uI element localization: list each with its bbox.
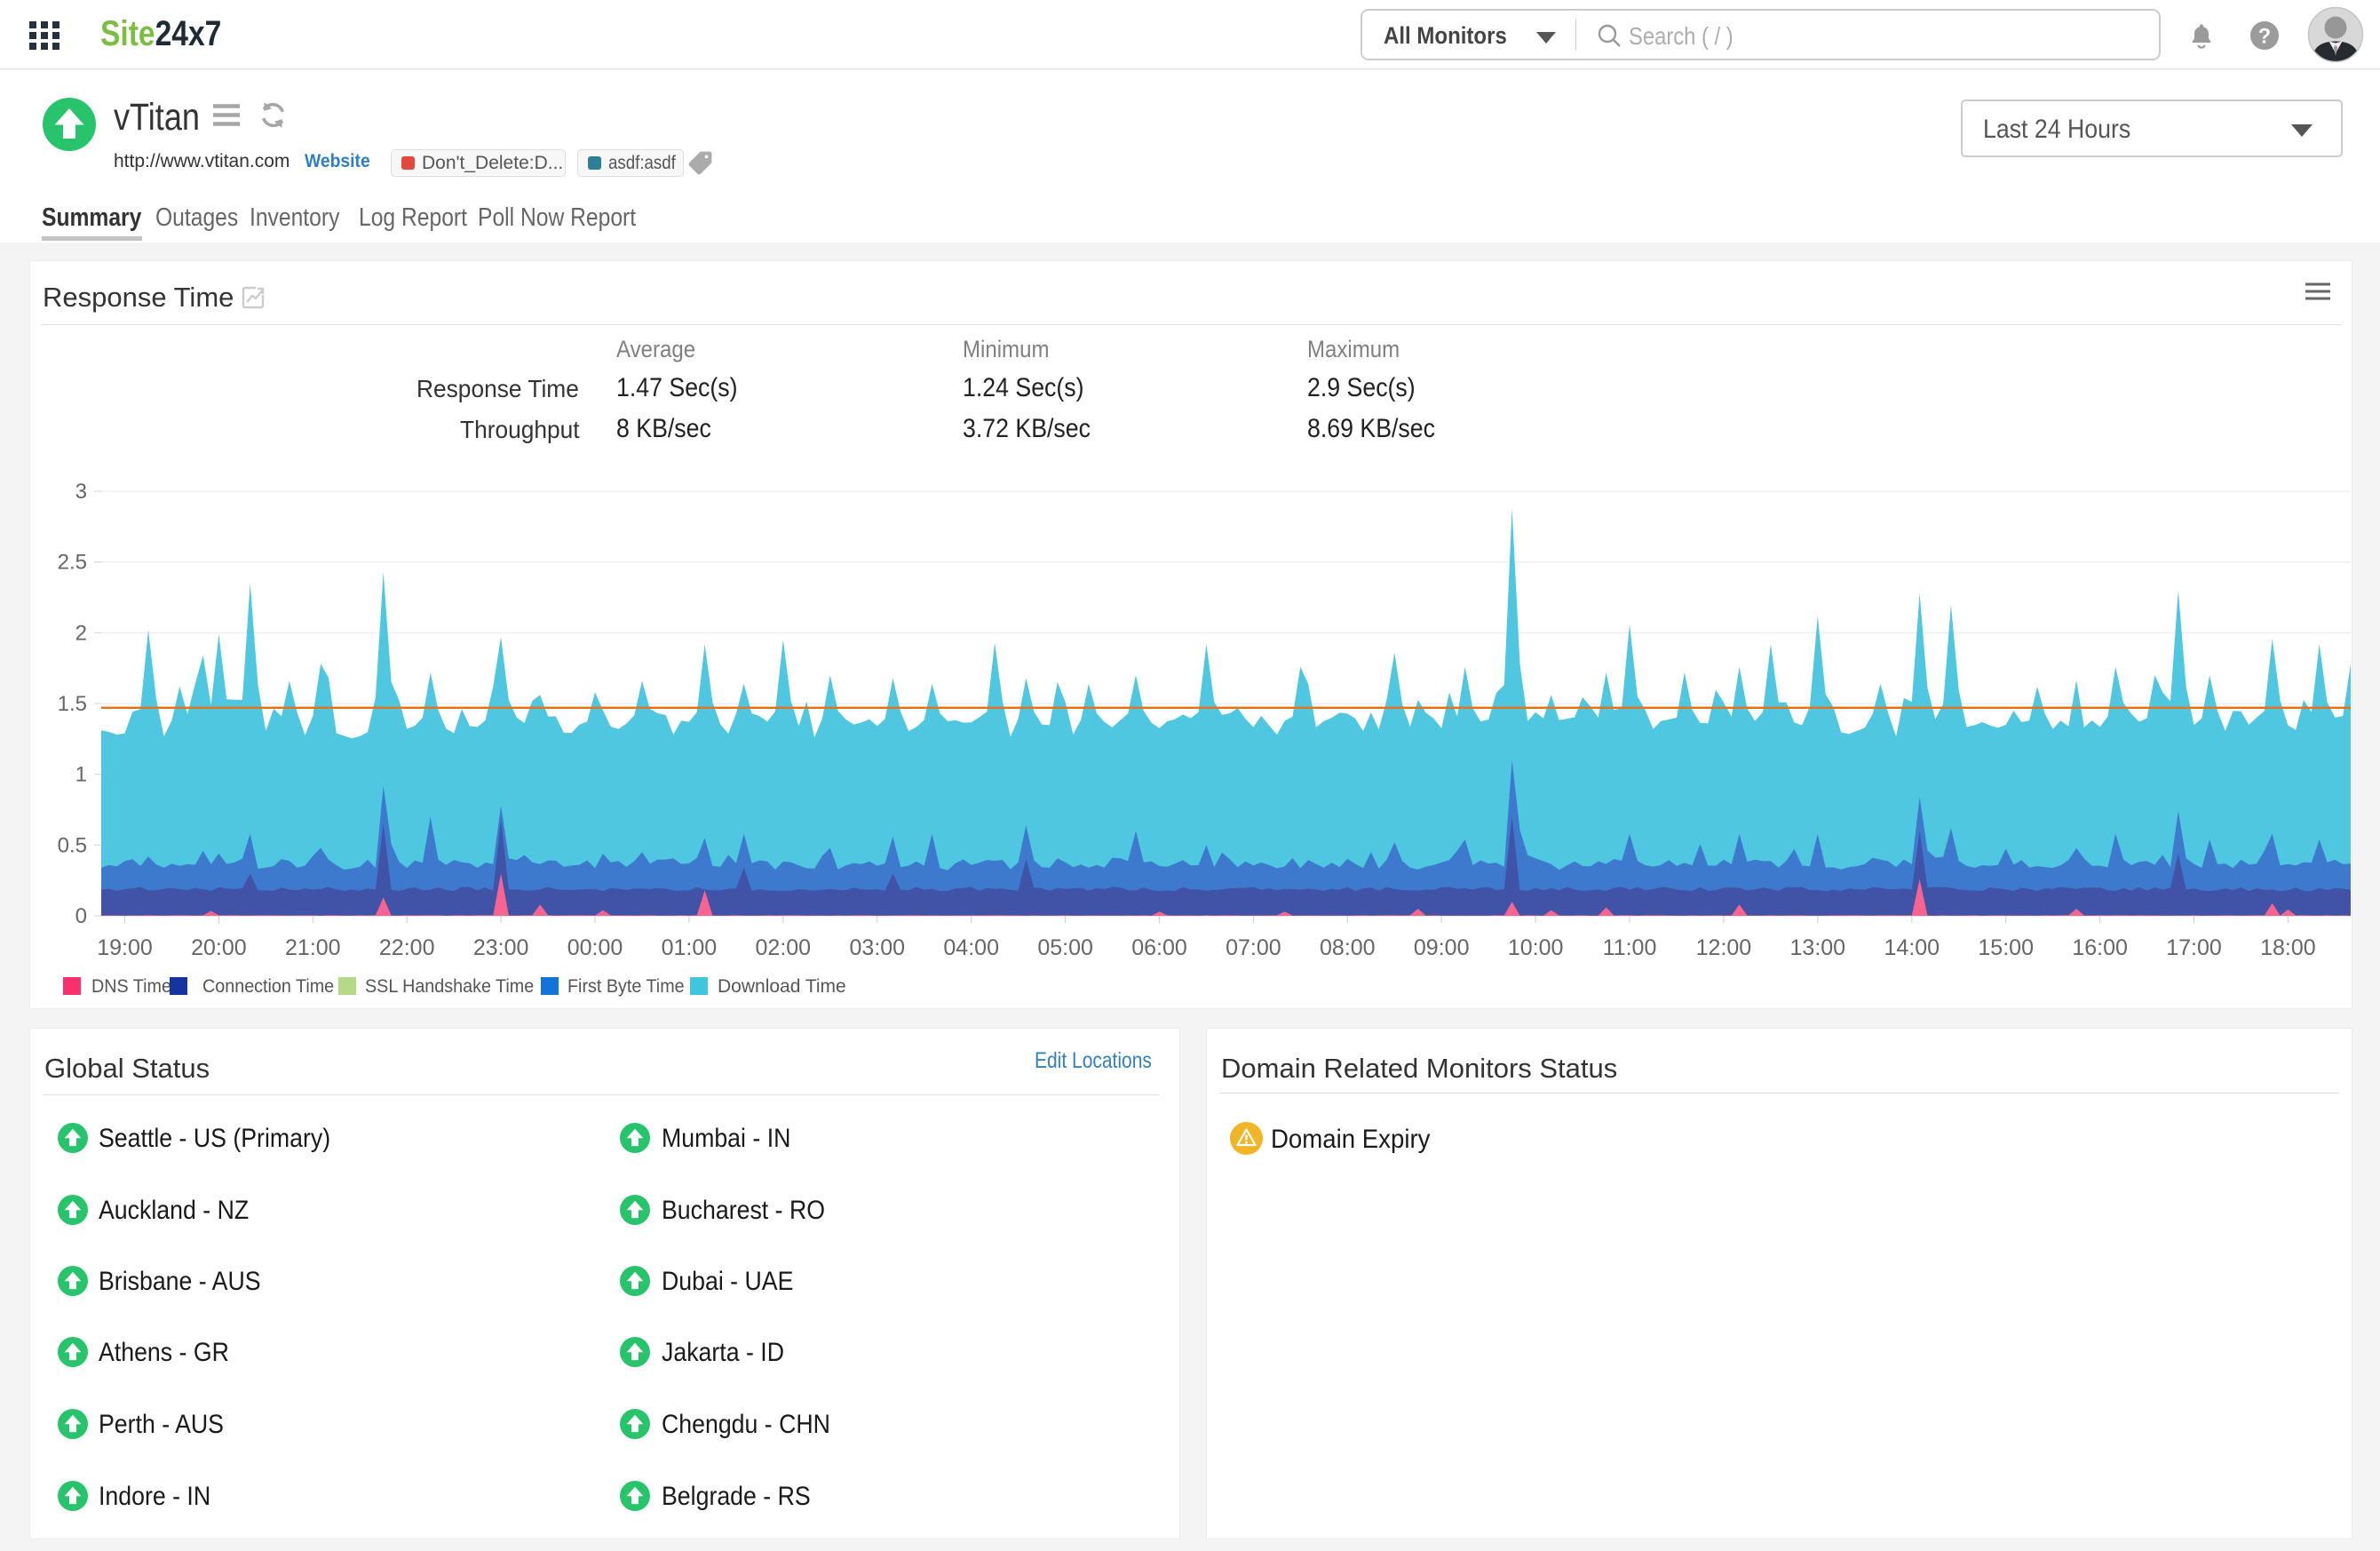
svg-text:03:00: 03:00 <box>850 935 906 960</box>
svg-text:21:00: 21:00 <box>285 935 341 960</box>
svg-text:12:00: 12:00 <box>1696 935 1752 960</box>
svg-text:0.5: 0.5 <box>58 833 87 857</box>
svg-text:0: 0 <box>75 904 87 928</box>
svg-text:02:00: 02:00 <box>756 935 812 960</box>
svg-text:16:00: 16:00 <box>2072 935 2128 960</box>
svg-text:2.5: 2.5 <box>58 551 87 575</box>
svg-text:17:00: 17:00 <box>2166 935 2222 960</box>
svg-text:15:00: 15:00 <box>1978 935 2034 960</box>
svg-text:01:00: 01:00 <box>662 935 718 960</box>
svg-text:09:00: 09:00 <box>1414 935 1470 960</box>
svg-text:23:00: 23:00 <box>473 935 529 960</box>
svg-text:22:00: 22:00 <box>379 935 435 960</box>
svg-text:11:00: 11:00 <box>1603 935 1657 960</box>
svg-text:07:00: 07:00 <box>1226 935 1281 960</box>
svg-text:13:00: 13:00 <box>1790 935 1846 960</box>
svg-text:20:00: 20:00 <box>191 935 247 960</box>
svg-text:05:00: 05:00 <box>1037 935 1093 960</box>
svg-text:3: 3 <box>75 480 87 504</box>
svg-text:04:00: 04:00 <box>943 935 999 960</box>
svg-text:10:00: 10:00 <box>1508 935 1564 960</box>
svg-text:1.5: 1.5 <box>58 692 87 716</box>
svg-text:06:00: 06:00 <box>1131 935 1187 960</box>
svg-text:2: 2 <box>75 621 87 645</box>
svg-text:1: 1 <box>75 763 87 787</box>
svg-text:?: ? <box>2258 26 2271 49</box>
svg-text:08:00: 08:00 <box>1320 935 1376 960</box>
svg-text:14:00: 14:00 <box>1884 935 1940 960</box>
svg-text:18:00: 18:00 <box>2260 935 2316 960</box>
svg-text:19:00: 19:00 <box>97 935 153 960</box>
svg-text:00:00: 00:00 <box>567 935 623 960</box>
